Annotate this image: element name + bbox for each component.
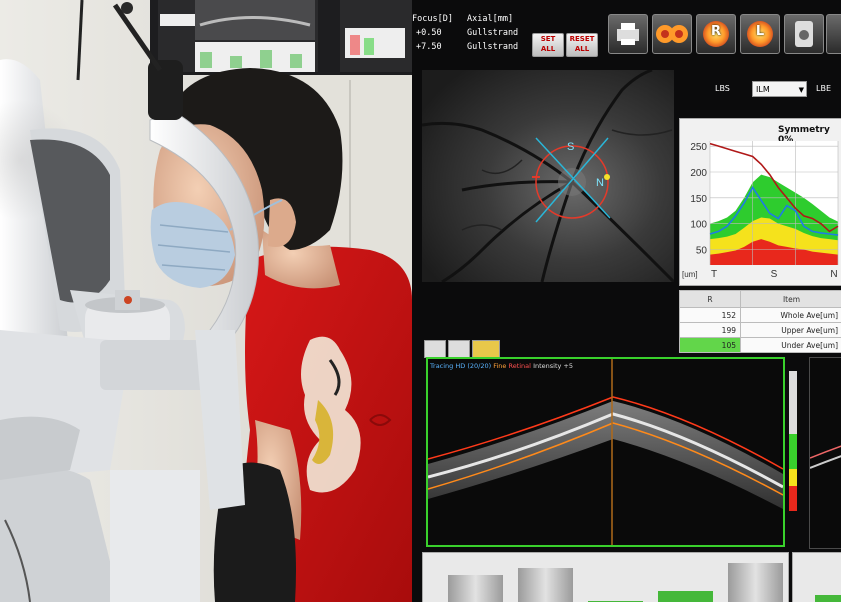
lbe-label: LBE: [816, 84, 831, 93]
layer-select-value: ILM: [756, 85, 770, 94]
left-eye-label: L: [755, 24, 765, 39]
table-cell-item: Under Ave[um]: [740, 337, 841, 353]
both-eyes-icon: [656, 25, 688, 43]
table-cell-value: 199: [679, 322, 741, 338]
more-button[interactable]: [826, 14, 841, 54]
y-tick-label: 200: [690, 168, 707, 179]
layer-select[interactable]: ILM ▼: [752, 81, 807, 97]
set-all-button[interactable]: SET ALL: [532, 33, 564, 57]
fine-label: Fine: [493, 362, 507, 370]
set-all-label: SET ALL: [540, 35, 556, 53]
axial-value-1: Gullstrand: [467, 28, 519, 38]
device-icon: [795, 21, 813, 47]
fundus-nasal-label: N: [596, 177, 604, 189]
table-row: 152 Whole Ave[um]: [679, 307, 841, 323]
y-tick-label: 150: [690, 194, 707, 205]
bscan-tab-3[interactable]: [472, 340, 500, 358]
focus-value-2: +7.50: [416, 42, 442, 52]
table-header-row: R Item: [679, 290, 841, 308]
device-button[interactable]: [784, 14, 824, 54]
x-tick-label: S: [771, 269, 778, 280]
both-eyes-button[interactable]: [652, 14, 692, 54]
tracing-label: Tracing HD (20/20): [430, 362, 492, 370]
reset-all-button[interactable]: RESET ALL: [566, 33, 598, 57]
focus-value-1: +0.50: [416, 28, 442, 38]
intensity-label: Intensity +5: [533, 362, 574, 370]
bottom-bar-1: [448, 575, 503, 602]
second-bscan-image: [809, 445, 841, 469]
bottom-bar-4: [658, 591, 713, 602]
retinal-label: Retinal: [508, 362, 531, 370]
bscan-header: Tracing HD (20/20) Fine Retinal Intensit…: [430, 362, 573, 370]
chevron-down-icon: ▼: [798, 86, 804, 94]
y-tick-label: 50: [696, 246, 708, 257]
fundus-drawing: S N: [422, 70, 674, 282]
thickness-chart-panel: Symmetry 0% 50 100 150 200 250 [um] T S N: [679, 118, 841, 286]
bottom-bar-5: [728, 563, 783, 602]
bottom-bar-6: [815, 595, 841, 602]
fundus-superior-label: S: [567, 141, 574, 153]
table-header-r: R: [679, 290, 741, 308]
y-tick-label: 100: [690, 220, 707, 231]
bscan-tab-1[interactable]: [424, 340, 446, 358]
y-unit-label: [um]: [682, 270, 698, 279]
intensity-scale: [789, 371, 811, 511]
left-eye-button[interactable]: L: [740, 14, 780, 54]
bscan-tab-2[interactable]: [448, 340, 470, 358]
thickness-chart: 50 100 150 200 250 [um] T S N: [682, 141, 839, 280]
table-cell-value: 105: [679, 337, 741, 353]
table-cell-item: Upper Ave[um]: [740, 322, 841, 338]
axial-value-2: Gullstrand: [467, 42, 519, 52]
reset-all-label: RESET ALL: [569, 35, 595, 53]
y-tick-label: 250: [690, 142, 707, 153]
patient-photo: [0, 0, 412, 602]
printer-icon: [617, 23, 639, 45]
thickness-table: R Item 152 Whole Ave[um] 199 Upper Ave[u…: [679, 290, 841, 353]
table-row: 105 Under Ave[um]: [679, 337, 841, 353]
focus-header: Focus[D]: [412, 14, 453, 24]
photo-illustration: [0, 0, 412, 602]
lbs-label: LBS: [715, 84, 730, 93]
bottom-bar-panel: [422, 552, 789, 602]
bscan-panel: Tracing HD (20/20) Fine Retinal Intensit…: [426, 357, 797, 547]
right-eye-label: R: [710, 24, 721, 39]
oct-screen: Focus[D] Axial[mm] +0.50 +7.50 Gullstran…: [412, 0, 841, 602]
printer-button[interactable]: [608, 14, 648, 54]
x-tick-label: N: [830, 269, 837, 280]
right-eye-button[interactable]: R: [696, 14, 736, 54]
table-header-item: Item: [740, 290, 841, 308]
bscan-image: [427, 359, 784, 545]
axial-header: Axial[mm]: [467, 14, 514, 24]
table-cell-item: Whole Ave[um]: [740, 307, 841, 323]
bottom-bar-2: [518, 568, 573, 602]
table-row: 199 Upper Ave[um]: [679, 322, 841, 338]
bottom-bar-panel-2: [792, 552, 841, 602]
x-tick-label: T: [711, 269, 717, 280]
table-cell-value: 152: [679, 307, 741, 323]
second-bscan-panel: [809, 357, 841, 549]
fundus-image: S N: [422, 70, 674, 282]
